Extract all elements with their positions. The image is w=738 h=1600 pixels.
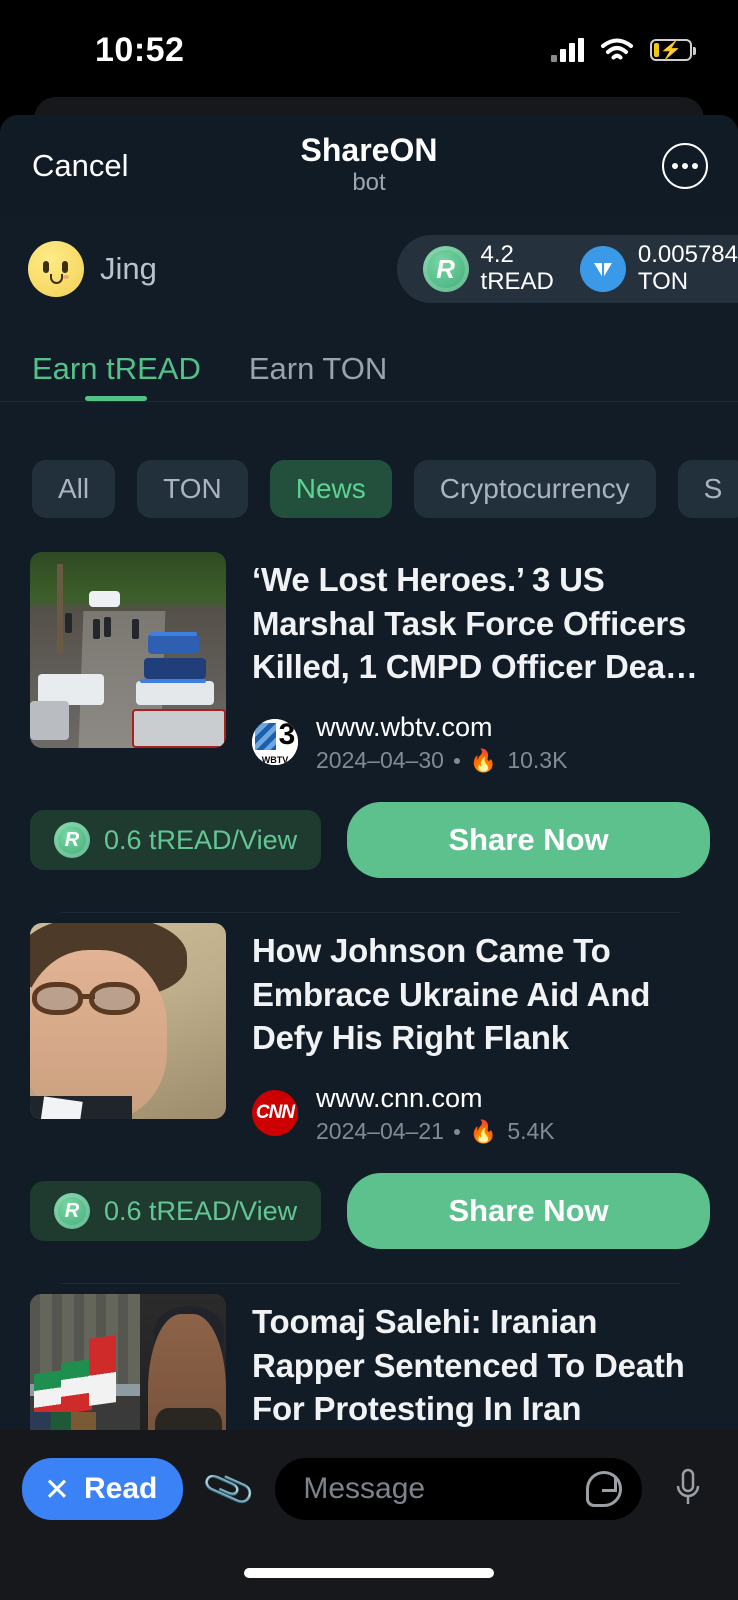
article-thumbnail[interactable] (30, 923, 226, 1120)
user-profile[interactable]: Jing (28, 241, 157, 297)
tread-amount: 4.2 (480, 241, 514, 269)
flame-icon: 🔥 (469, 1118, 498, 1144)
user-balance-bar: Jing R 4.2 tREAD 0.005784 TON (0, 217, 738, 321)
article-date: 2024–04–30 (316, 747, 444, 774)
tread-coin-icon: R (422, 246, 469, 292)
earn-tabs: Earn tREAD Earn TON (0, 321, 738, 401)
article-headline[interactable]: ‘We Lost Heroes.’ 3 US Marshal Task Forc… (252, 558, 710, 689)
webapp-sheet: Cancel ShareON bot Jing R 4.2 tREAD 0.00… (0, 115, 738, 1600)
tread-unit: tREAD (480, 268, 554, 295)
sticker-icon[interactable] (586, 1471, 622, 1507)
article-headline[interactable]: Toomaj Salehi: Iranian Rapper Sentenced … (252, 1300, 710, 1431)
article-list: ‘We Lost Heroes.’ 3 US Marshal Task Forc… (0, 542, 738, 1491)
smiley-avatar-icon (28, 241, 84, 297)
chip-cryptocurrency[interactable]: Cryptocurrency (413, 460, 656, 518)
article-views: 5.4K (507, 1118, 555, 1145)
paperclip-icon[interactable]: 📎 (193, 1450, 266, 1528)
meta-separator (453, 757, 460, 764)
reward-label: 0.6 tREAD/View (104, 1195, 298, 1226)
close-x-icon[interactable]: ✕ (44, 1474, 70, 1505)
balance-tread[interactable]: R 4.2 tREAD (422, 241, 554, 296)
article-url: www.wbtv.com (316, 711, 493, 742)
user-name: Jing (100, 251, 157, 286)
message-placeholder: Message (303, 1472, 426, 1505)
article-source: 3 WBTV www.wbtv.com 2024–04–30 🔥 10.3K (252, 711, 710, 774)
article-source: CNN www.cnn.com 2024–04–21 🔥 5.4K (252, 1082, 710, 1145)
category-filter-chips[interactable]: All TON News Cryptocurrency S (0, 402, 738, 542)
flame-icon: 🔥 (469, 747, 498, 773)
tread-coin-icon: R (54, 1193, 90, 1230)
balance-pill[interactable]: R 4.2 tREAD 0.005784 TON (396, 235, 738, 303)
reward-badge: R 0.6 tREAD/View (30, 810, 322, 871)
tread-coin-icon: R (54, 822, 90, 859)
status-indicators: ⚡ (551, 37, 696, 63)
message-input-bar: ✕ Read 📎 Message (0, 1430, 738, 1600)
balance-ton[interactable]: 0.005784 TON (579, 241, 738, 296)
read-button[interactable]: ✕ Read (22, 1458, 184, 1520)
ton-amount: 0.005784 (637, 241, 738, 269)
cancel-button[interactable]: Cancel (32, 148, 129, 184)
reward-badge: R 0.6 tREAD/View (30, 1181, 322, 1242)
article-thumbnail[interactable] (30, 552, 226, 748)
read-button-label: Read (83, 1472, 158, 1505)
cellular-signal-icon (551, 38, 584, 62)
phone-screen: 10:52 ⚡ Cancel ShareON bot Jing R 4.2 tR… (0, 0, 738, 1600)
sheet-navbar: Cancel ShareON bot (0, 115, 738, 217)
share-now-button[interactable]: Share Now (347, 802, 710, 879)
chip-news[interactable]: News (269, 460, 392, 518)
chip-ton[interactable]: TON (137, 460, 248, 518)
home-indicator (244, 1568, 494, 1578)
article-item[interactable]: ‘We Lost Heroes.’ 3 US Marshal Task Forc… (0, 542, 738, 914)
wbtv-logo-icon: 3 WBTV (252, 719, 298, 766)
message-input[interactable]: Message (275, 1458, 642, 1520)
microphone-icon[interactable] (662, 1458, 714, 1520)
article-headline[interactable]: How Johnson Came To Embrace Ukraine Aid … (252, 929, 710, 1060)
share-now-button[interactable]: Share Now (347, 1173, 710, 1250)
article-url: www.cnn.com (316, 1082, 483, 1113)
reward-label: 0.6 tREAD/View (104, 824, 298, 855)
ton-coin-icon (579, 246, 626, 292)
wifi-icon (601, 38, 633, 60)
status-time: 10:52 (95, 30, 185, 69)
status-bar: 10:52 ⚡ (0, 0, 738, 100)
more-options-icon[interactable] (662, 143, 708, 189)
tab-earn-ton[interactable]: Earn TON (249, 351, 387, 401)
chip-all[interactable]: All (32, 460, 116, 518)
ton-unit: TON (637, 268, 689, 295)
tab-earn-tread[interactable]: Earn tREAD (32, 351, 201, 401)
cnn-logo-icon: CNN (252, 1090, 298, 1137)
meta-separator (453, 1128, 460, 1135)
chip-partial[interactable]: S (677, 460, 738, 518)
article-item[interactable]: How Johnson Came To Embrace Ukraine Aid … (0, 913, 738, 1285)
article-views: 10.3K (507, 747, 568, 774)
battery-charging-icon: ⚡ (650, 39, 696, 61)
article-date: 2024–04–21 (316, 1118, 444, 1145)
